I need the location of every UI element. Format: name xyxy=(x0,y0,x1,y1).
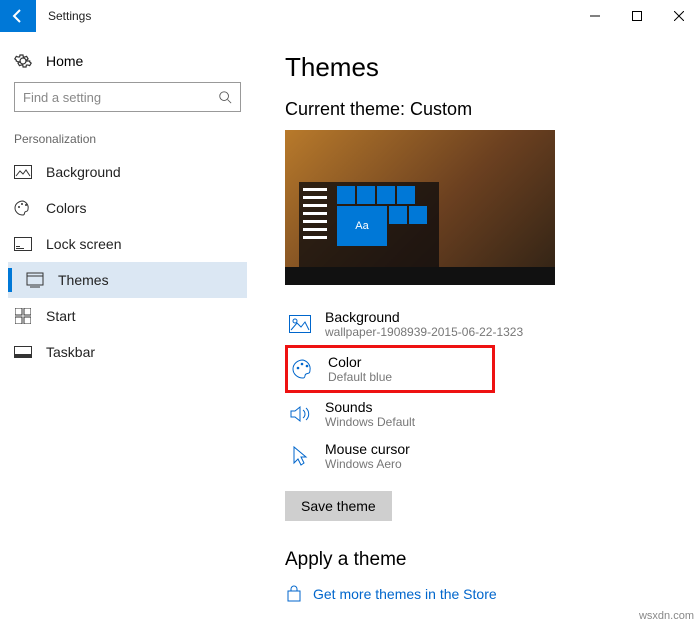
sound-icon xyxy=(289,405,311,423)
save-theme-button[interactable]: Save theme xyxy=(285,491,392,521)
picture-icon xyxy=(14,165,32,179)
maximize-icon xyxy=(632,11,642,21)
close-icon xyxy=(674,11,684,21)
theme-preview: Aa xyxy=(285,130,555,285)
sidebar-item-label: Background xyxy=(46,164,121,180)
sidebar-item-start[interactable]: Start xyxy=(8,298,247,334)
search-input[interactable]: Find a setting xyxy=(14,82,241,112)
sidebar-item-label: Colors xyxy=(46,200,86,216)
theme-option-mouse-cursor[interactable]: Mouse cursor Windows Aero xyxy=(285,435,678,477)
picture-icon xyxy=(289,315,311,333)
store-icon xyxy=(285,585,303,603)
arrow-left-icon xyxy=(10,8,26,24)
search-placeholder: Find a setting xyxy=(23,90,101,105)
back-button[interactable] xyxy=(0,0,36,32)
start-icon xyxy=(14,308,32,324)
sidebar-item-background[interactable]: Background xyxy=(8,154,247,190)
option-title: Color xyxy=(328,354,392,370)
minimize-button[interactable] xyxy=(574,0,616,32)
option-title: Mouse cursor xyxy=(325,441,410,457)
sidebar-item-themes[interactable]: Themes xyxy=(8,262,247,298)
sidebar-item-label: Taskbar xyxy=(46,344,95,360)
apply-theme-heading: Apply a theme xyxy=(285,549,678,571)
sidebar-item-taskbar[interactable]: Taskbar xyxy=(8,334,247,370)
theme-option-background[interactable]: Background wallpaper-1908939-2015-06-22-… xyxy=(285,303,678,345)
theme-option-sounds[interactable]: Sounds Windows Default xyxy=(285,393,678,435)
cursor-icon xyxy=(289,445,311,467)
category-header: Personalization xyxy=(8,130,247,154)
taskbar-icon xyxy=(14,346,32,358)
search-icon xyxy=(218,90,232,104)
option-subtitle: Default blue xyxy=(328,370,392,384)
preview-tile-text: Aa xyxy=(337,206,387,246)
lockscreen-icon xyxy=(14,237,32,251)
palette-icon xyxy=(14,200,32,216)
content-pane: Themes Current theme: Custom Aa Backgrou… xyxy=(255,32,700,628)
sidebar-item-lock-screen[interactable]: Lock screen xyxy=(8,226,247,262)
watermark: wsxdn.com xyxy=(639,610,694,622)
page-title: Themes xyxy=(285,52,678,83)
option-subtitle: Windows Aero xyxy=(325,457,410,471)
sidebar: Home Find a setting Personalization Back… xyxy=(0,32,255,628)
themes-icon xyxy=(26,272,44,288)
gear-icon xyxy=(14,52,32,70)
sidebar-item-label: Start xyxy=(46,308,76,324)
sidebar-item-label: Lock screen xyxy=(46,236,121,252)
option-subtitle: Windows Default xyxy=(325,415,415,429)
option-title: Background xyxy=(325,309,523,325)
app-title: Settings xyxy=(48,9,91,23)
sidebar-item-label: Themes xyxy=(58,272,109,288)
store-link[interactable]: Get more themes in the Store xyxy=(285,585,678,603)
selection-indicator xyxy=(8,268,12,292)
minimize-icon xyxy=(590,11,600,21)
theme-option-color[interactable]: Color Default blue xyxy=(285,345,495,393)
current-theme-label: Current theme: Custom xyxy=(285,99,678,120)
palette-icon xyxy=(292,359,314,379)
close-button[interactable] xyxy=(658,0,700,32)
sidebar-item-colors[interactable]: Colors xyxy=(8,190,247,226)
store-link-label: Get more themes in the Store xyxy=(313,586,497,602)
maximize-button[interactable] xyxy=(616,0,658,32)
window-controls xyxy=(574,0,700,32)
option-title: Sounds xyxy=(325,399,415,415)
titlebar: Settings xyxy=(0,0,700,32)
home-label: Home xyxy=(46,53,83,69)
home-button[interactable]: Home xyxy=(8,46,247,82)
option-subtitle: wallpaper-1908939-2015-06-22-1323 xyxy=(325,325,523,339)
